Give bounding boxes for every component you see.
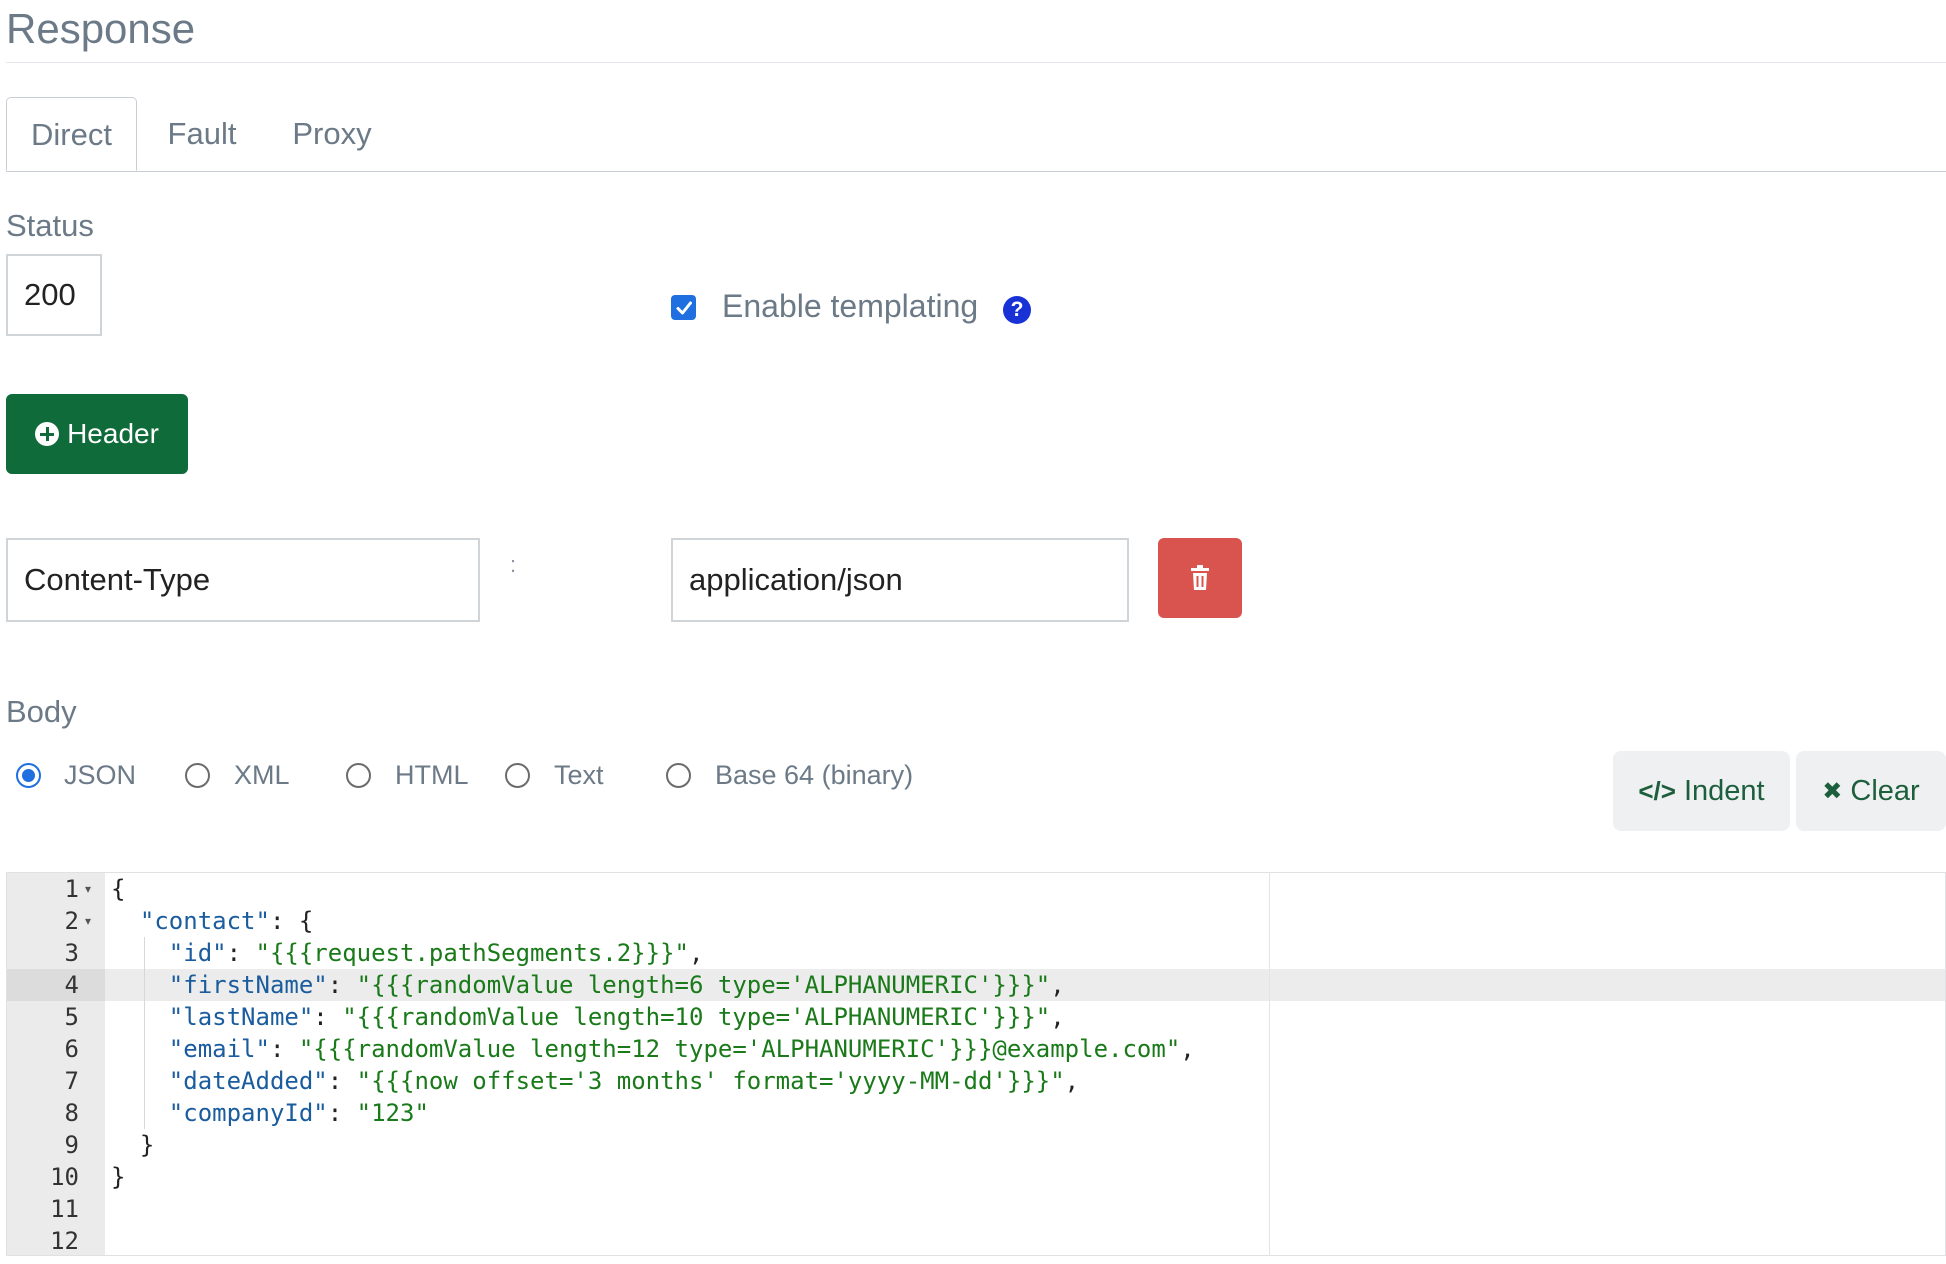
json-punctuation: , — [689, 939, 703, 967]
line-number: 2 — [7, 905, 79, 937]
line-number: 6 — [7, 1033, 79, 1065]
json-string-value: "{{{request.pathSegments.2}}}" — [256, 939, 689, 967]
json-punctuation: : { — [270, 907, 313, 935]
json-key: "contact" — [140, 907, 270, 935]
json-punctuation: } — [140, 1131, 154, 1159]
json-punctuation: : — [313, 1003, 342, 1031]
format-radio-base64[interactable] — [666, 763, 691, 788]
body-label: Body — [6, 694, 77, 730]
json-punctuation: , — [1065, 1067, 1079, 1095]
print-margin — [1269, 873, 1270, 1256]
json-punctuation: : — [328, 971, 357, 999]
close-icon: ✖ — [1822, 777, 1842, 806]
code-line[interactable]: "dateAdded": "{{{now offset='3 months' f… — [169, 1065, 1079, 1097]
code-line[interactable]: "companyId": "123" — [169, 1097, 429, 1129]
clear-button[interactable]: ✖ Clear — [1796, 751, 1946, 831]
header-value-input[interactable] — [671, 538, 1129, 622]
line-number: 4 — [7, 969, 79, 1001]
tabs-baseline — [6, 171, 1946, 172]
json-key: "email" — [169, 1035, 270, 1063]
json-punctuation: } — [111, 1163, 125, 1191]
status-input[interactable] — [6, 254, 102, 336]
line-number: 3 — [7, 937, 79, 969]
json-string-value: "{{{randomValue length=10 type='ALPHANUM… — [342, 1003, 1050, 1031]
line-number: 11 — [7, 1193, 79, 1225]
json-punctuation: : — [227, 939, 256, 967]
json-string-value: "{{{now offset='3 months' format='yyyy-M… — [357, 1067, 1065, 1095]
json-punctuation: : — [328, 1067, 357, 1095]
header-name-input[interactable] — [6, 538, 480, 622]
format-label-base64[interactable]: Base 64 (binary) — [715, 760, 913, 791]
status-label: Status — [6, 208, 94, 244]
code-line[interactable]: "email": "{{{randomValue length=12 type=… — [169, 1033, 1195, 1065]
indent-label: Indent — [1684, 775, 1765, 808]
json-key: "firstName" — [169, 971, 328, 999]
trash-icon — [1189, 565, 1211, 591]
line-number: 1 — [7, 873, 79, 905]
indent-button[interactable]: </> Indent — [1613, 751, 1790, 831]
indent-guide — [144, 1065, 145, 1097]
delete-header-button[interactable] — [1158, 538, 1242, 618]
page-title: Response — [6, 0, 195, 58]
json-punctuation: { — [111, 875, 125, 903]
indent-guide — [144, 1033, 145, 1065]
code-line[interactable]: "firstName": "{{{randomValue length=6 ty… — [169, 969, 1065, 1001]
line-number: 10 — [7, 1161, 79, 1193]
json-punctuation: , — [1180, 1035, 1194, 1063]
header-separator: : — [510, 552, 516, 578]
fold-toggle-icon[interactable]: ▾ — [85, 905, 99, 937]
code-line[interactable]: { — [111, 873, 125, 905]
heading-divider — [6, 62, 1946, 63]
code-line[interactable]: "id": "{{{request.pathSegments.2}}}", — [169, 937, 704, 969]
json-key: "lastName" — [169, 1003, 314, 1031]
format-radio-text[interactable] — [505, 763, 530, 788]
enable-templating-label[interactable]: Enable templating — [722, 288, 978, 325]
json-punctuation: , — [1050, 1003, 1064, 1031]
code-editor[interactable]: 1▾ {2▾ "contact": { 3 "id": "{{{request.path… — [6, 872, 1946, 1256]
json-punctuation: : — [270, 1035, 299, 1063]
format-radio-xml[interactable] — [185, 763, 210, 788]
tab-fault[interactable]: Fault — [150, 97, 254, 171]
json-string-value: "123" — [357, 1099, 429, 1127]
clear-label: Clear — [1850, 775, 1919, 808]
tab-direct[interactable]: Direct — [6, 97, 137, 171]
format-radio-json[interactable] — [16, 763, 41, 788]
add-header-label: Header — [67, 418, 159, 450]
format-radio-html[interactable] — [346, 763, 371, 788]
code-line[interactable]: } — [111, 1161, 125, 1193]
json-punctuation: : — [328, 1099, 357, 1127]
checkmark-icon — [675, 299, 693, 317]
indent-guide — [144, 969, 145, 1001]
line-number: 8 — [7, 1097, 79, 1129]
indent-guide — [144, 1097, 145, 1129]
format-label-json[interactable]: JSON — [64, 760, 136, 791]
format-label-text[interactable]: Text — [554, 760, 604, 791]
code-line[interactable]: "contact": { — [140, 905, 313, 937]
json-string-value: "{{{randomValue length=12 type='ALPHANUM… — [299, 1035, 1180, 1063]
format-label-html[interactable]: HTML — [395, 760, 469, 791]
indent-guide — [144, 937, 145, 969]
format-label-xml[interactable]: XML — [234, 760, 290, 791]
indent-guide — [144, 1001, 145, 1033]
code-icon: </> — [1638, 776, 1676, 807]
help-icon[interactable]: ? — [1003, 296, 1031, 324]
json-key: "companyId" — [169, 1099, 328, 1127]
line-number: 7 — [7, 1065, 79, 1097]
line-number: 9 — [7, 1129, 79, 1161]
line-number: 12 — [7, 1225, 79, 1256]
json-punctuation: , — [1050, 971, 1064, 999]
code-line[interactable]: } — [140, 1129, 154, 1161]
line-number: 5 — [7, 1001, 79, 1033]
plus-circle-icon — [35, 422, 59, 446]
code-line[interactable]: "lastName": "{{{randomValue length=10 ty… — [169, 1001, 1065, 1033]
tab-proxy[interactable]: Proxy — [280, 97, 384, 171]
json-key: "id" — [169, 939, 227, 967]
add-header-button[interactable]: Header — [6, 394, 188, 474]
json-string-value: "{{{randomValue length=6 type='ALPHANUME… — [357, 971, 1051, 999]
json-key: "dateAdded" — [169, 1067, 328, 1095]
fold-toggle-icon[interactable]: ▾ — [85, 873, 99, 905]
enable-templating-checkbox[interactable] — [671, 295, 696, 320]
